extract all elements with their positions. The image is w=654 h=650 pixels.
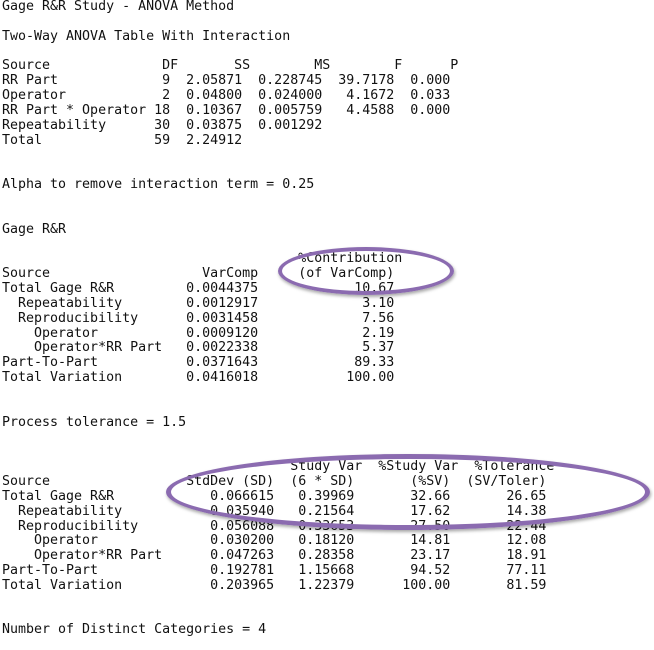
distinct-categories-note: Number of Distinct Categories = 4 [2,622,267,638]
anova-table-title: Two-Way ANOVA Table With Interaction [2,28,291,44]
varcomp-row-part-to-part: Part-To-Part 0.0371643 89.33 [2,355,395,371]
gage-rr-heading: Gage R&R [2,221,67,237]
anova-row-rr-part: RR Part 9 2.05871 0.228745 39.7178 0.000 [2,73,451,89]
varcomp-row-reproducibility: Reproducibility 0.0031458 7.56 [2,310,395,326]
anova-row-interaction: RR Part * Operator 18 0.10367 0.005759 4… [2,102,451,118]
varcomp-row-operator-rr-part: Operator*RR Part 0.0022338 5.37 [2,340,395,356]
anova-row-operator: Operator 2 0.04800 0.024000 4.1672 0.033 [2,88,451,104]
report-title: Gage R&R Study - ANOVA Method [2,0,235,14]
varcomp-header-line-1: %Contribution [2,251,403,267]
anova-row-repeatability: Repeatability 30 0.03875 0.001292 [2,117,323,133]
alpha-note: Alpha to remove interaction term = 0.25 [2,177,315,193]
session-output: Gage R&R Study - ANOVA Method Two-Way ANO… [2,0,554,638]
study-var-highlight-ellipse [166,454,650,530]
varcomp-row-repeatability: Repeatability 0.0012917 3.10 [2,295,395,311]
varcomp-row-total-variation: Total Variation 0.0416018 100.00 [2,370,395,386]
studyvar-row-operator: Operator 0.030200 0.18120 14.81 12.08 [2,533,547,549]
contribution-highlight-ellipse [278,247,454,295]
varcomp-row-operator: Operator 0.0009120 2.19 [2,325,395,341]
anova-row-total: Total 59 2.24912 [2,132,243,148]
studyvar-row-total-variation: Total Variation 0.203965 1.22379 100.00 … [2,577,547,593]
studyvar-row-operator-rr-part: Operator*RR Part 0.047263 0.28358 23.17 … [2,548,547,564]
varcomp-row-total-gage: Total Gage R&R 0.0044375 10.67 [2,281,395,297]
anova-header-row: Source DF SS MS F P [2,58,459,74]
studyvar-row-part-to-part: Part-To-Part 0.192781 1.15668 94.52 77.1… [2,563,547,579]
process-tolerance-note: Process tolerance = 1.5 [2,414,187,430]
